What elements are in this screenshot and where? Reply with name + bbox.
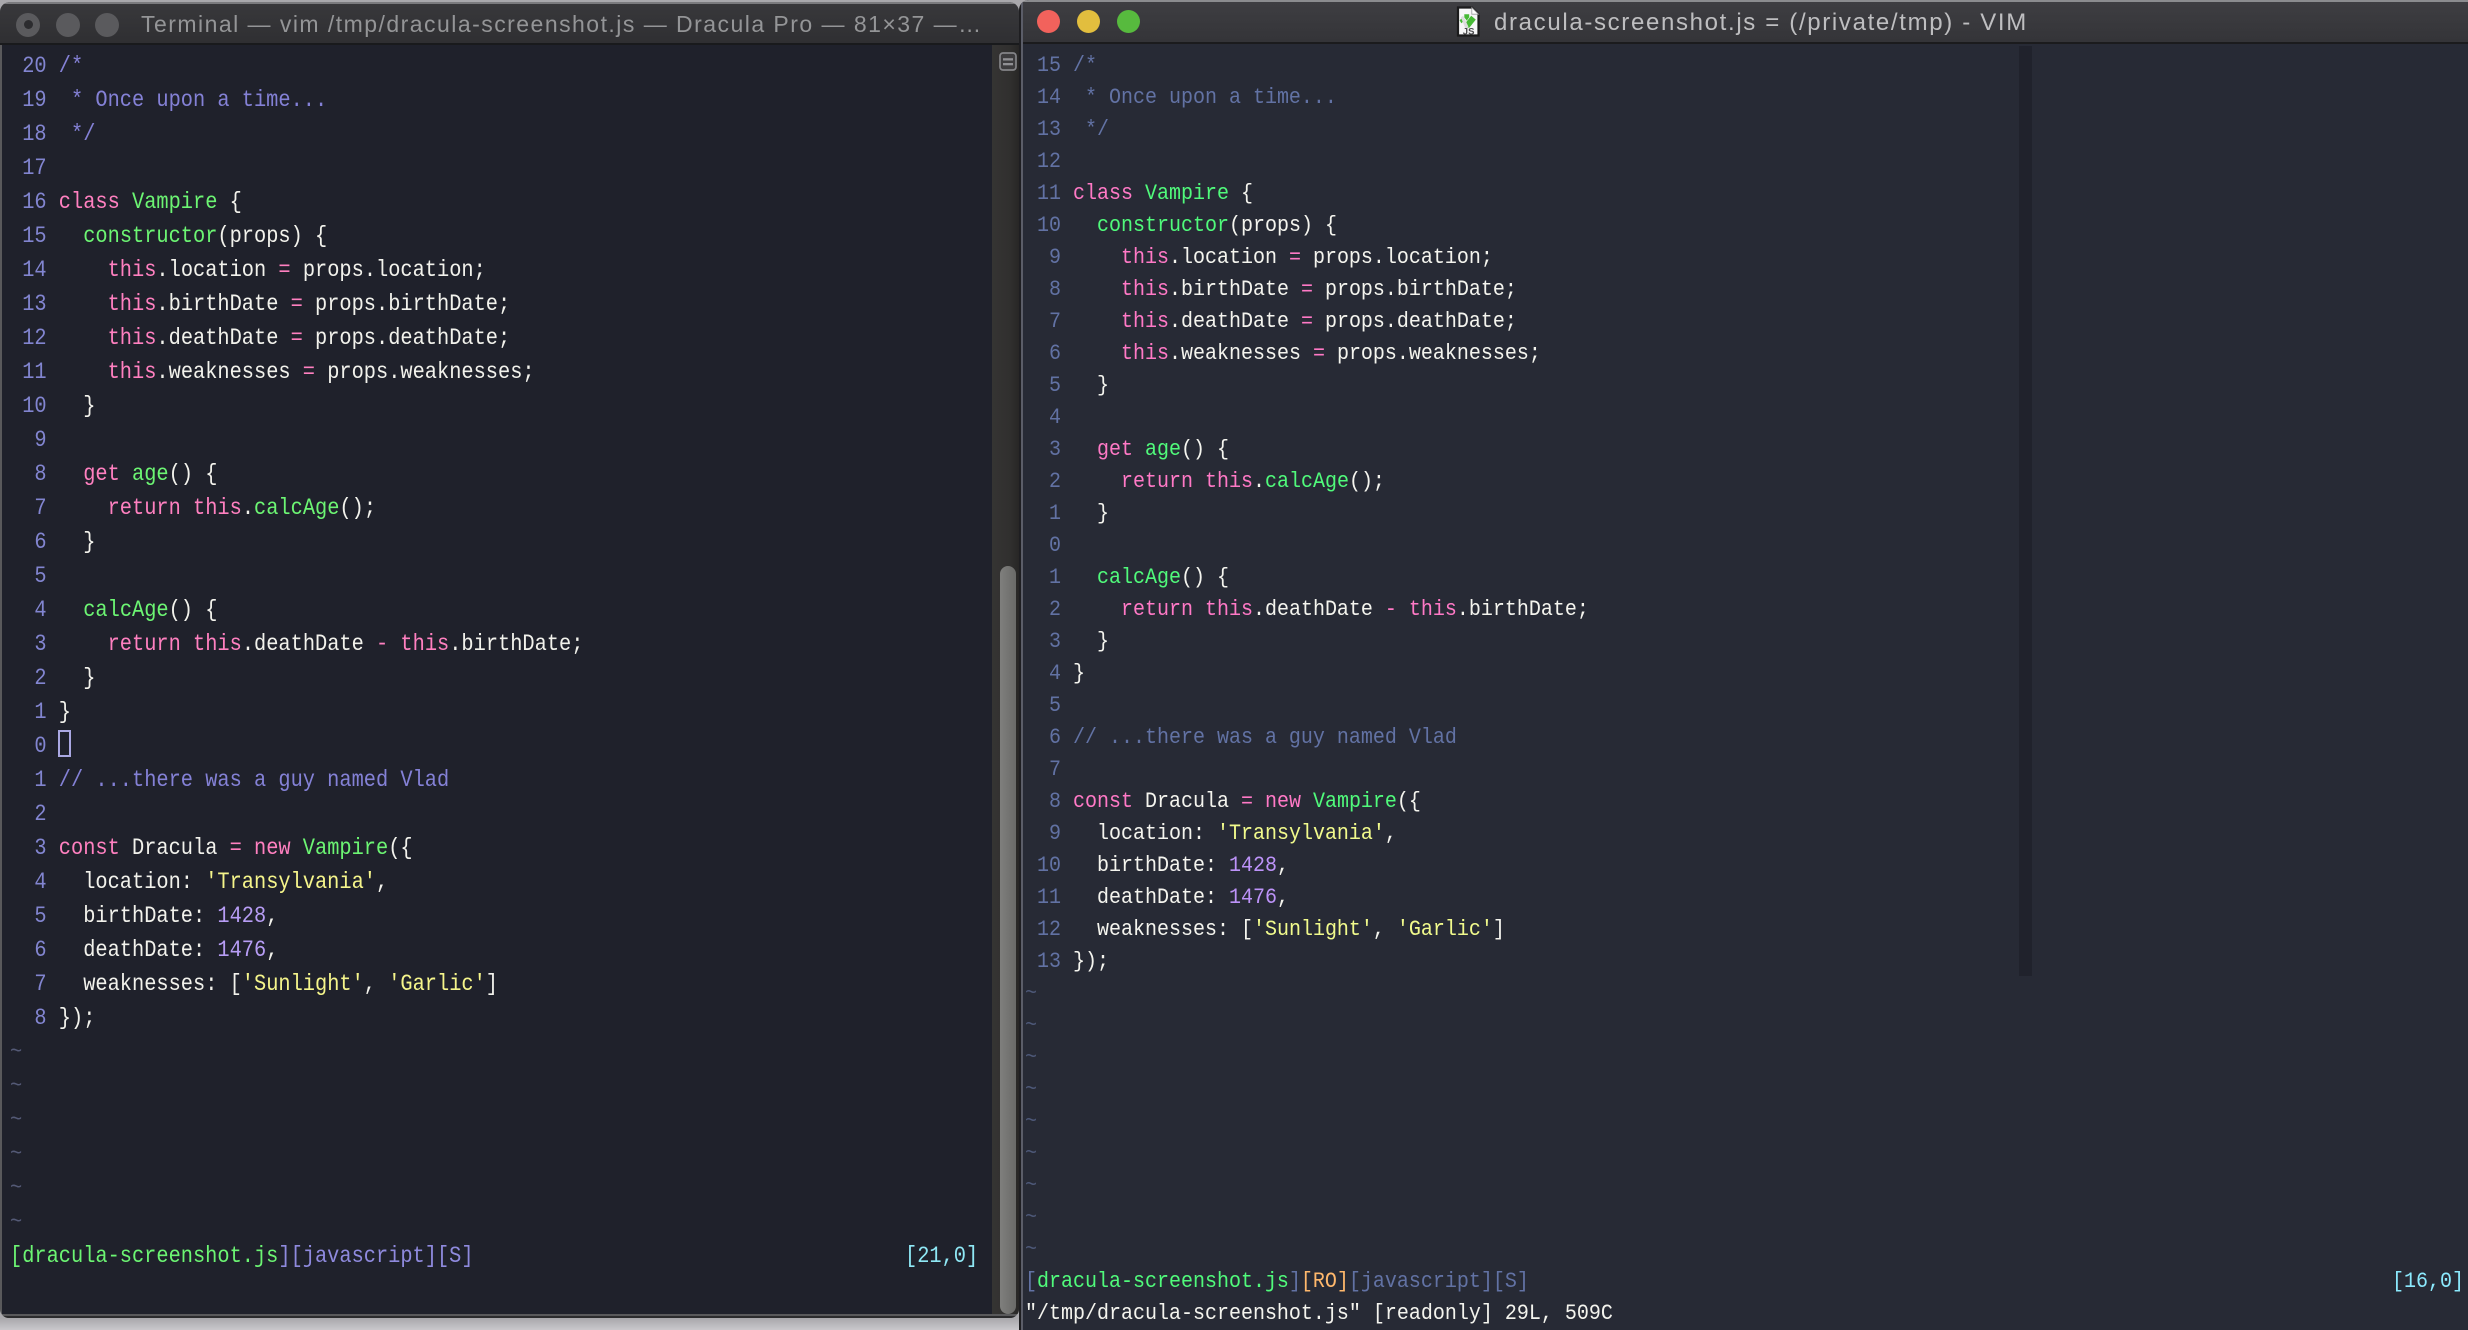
svg-text:JS: JS (1463, 26, 1475, 37)
